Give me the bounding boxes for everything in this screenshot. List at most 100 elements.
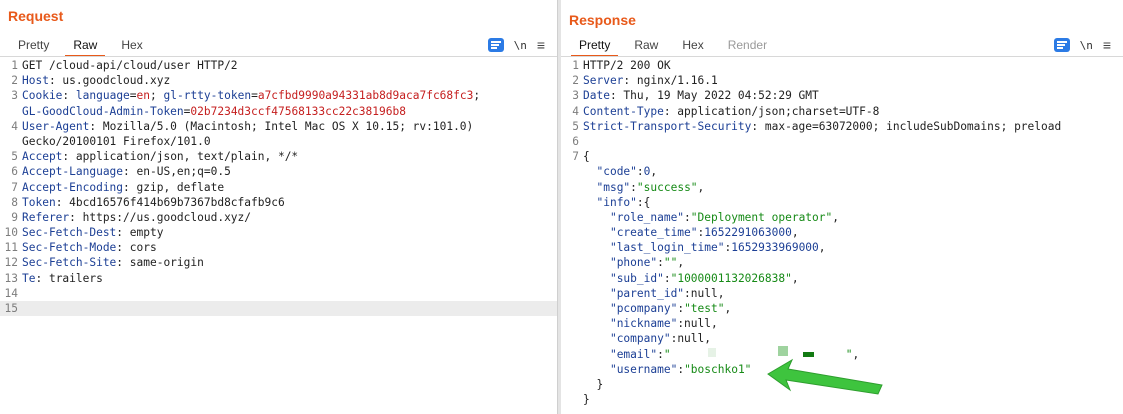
- code-token: User-Agent: [22, 119, 90, 133]
- code-token: ,: [677, 256, 685, 270]
- code-token: 02b7234d3ccf47568133cc22c38196b8: [190, 104, 406, 118]
- code-token: Cookie: [22, 89, 63, 103]
- show-newlines-icon[interactable]: \n: [514, 39, 527, 52]
- code-token: Gecko/20100101 Firefox/101.0: [22, 134, 211, 148]
- tab-raw[interactable]: Raw: [622, 35, 670, 55]
- divider: [561, 56, 1123, 57]
- line-number: 3: [11, 89, 18, 103]
- tab-pretty[interactable]: Pretty: [6, 35, 61, 55]
- code-line: 14: [0, 286, 557, 301]
- request-title: Request: [8, 8, 64, 24]
- code-line: 4 Content-Type: application/json;charset=…: [561, 104, 1123, 119]
- code-token: :null,: [684, 286, 725, 300]
- line-number: 15: [4, 302, 18, 315]
- code-line: "pcompany":"test",: [561, 301, 1123, 316]
- code-token: "role_name": [609, 210, 685, 224]
- code-line: "info":{: [561, 195, 1123, 210]
- code-token: =: [251, 89, 258, 103]
- line-number: 7: [11, 180, 18, 194]
- code-line: "parent_id":null,: [561, 286, 1123, 301]
- tab-render[interactable]: Render: [716, 35, 779, 55]
- code-line: Gecko/20100101 Firefox/101.0: [0, 134, 557, 149]
- code-token: "code": [596, 165, 637, 179]
- code-line: "code":0,: [561, 164, 1123, 179]
- code-token: : gzip, deflate: [123, 180, 225, 194]
- show-newlines-icon[interactable]: \n: [1080, 39, 1093, 52]
- code-line: "phone":"",: [561, 255, 1123, 270]
- code-line: "create_time":1652291063000,: [561, 225, 1123, 240]
- code-token: "pcompany": [609, 302, 678, 315]
- code-token: :: [630, 180, 637, 194]
- wrap-lines-icon[interactable]: [1053, 38, 1070, 52]
- code-token: a7cfbd9990a94331ab8d9aca7fc68fc3: [257, 89, 474, 103]
- code-token: ;: [150, 89, 164, 103]
- code-token: "": [663, 256, 678, 270]
- code-line: 3 Date: Thu, 19 May 2022 04:52:29 GMT: [561, 88, 1123, 103]
- code-line: "last_login_time":1652933969000,: [561, 240, 1123, 255]
- code-token: : 4bcd16576f414b69b7367bd8cfafb9c6: [55, 195, 285, 209]
- code-line: 15: [0, 301, 557, 317]
- code-token: Sec-Fetch-Dest: [22, 226, 117, 240]
- code-token: :: [657, 256, 664, 270]
- code-line: 6: [561, 134, 1123, 149]
- code-token: :: [657, 347, 664, 361]
- highlight-arrow-icon: [767, 358, 883, 395]
- line-number: 6: [11, 165, 18, 179]
- menu-icon[interactable]: ≡: [537, 38, 545, 52]
- code-line: 8 Token: 4bcd16576f414b69b7367bd8cfafb9c6: [0, 195, 557, 210]
- code-token: :: [62, 89, 76, 103]
- code-token: :null,: [670, 332, 711, 346]
- code-line: 5 Accept: application/json, text/plain, *…: [0, 149, 557, 164]
- code-token: Accept: [22, 150, 63, 164]
- code-token: Strict-Transport-Security: [583, 119, 752, 133]
- tab-raw[interactable]: Raw: [61, 35, 109, 57]
- code-line: 1 HTTP/2 200 OK: [561, 58, 1123, 73]
- code-token: "last_login_time": [609, 241, 725, 255]
- code-token: "nickname": [609, 317, 678, 331]
- code-token: ,: [697, 180, 705, 194]
- code-token: : nginx/1.16.1: [623, 74, 718, 88]
- tab-pretty[interactable]: Pretty: [567, 35, 622, 57]
- code-line: 7 Accept-Encoding: gzip, deflate: [0, 180, 557, 195]
- code-token: "msg": [596, 180, 631, 194]
- wrap-lines-icon[interactable]: [487, 38, 504, 52]
- code-line: 1 GET /cloud-api/cloud/user HTTP/2: [0, 58, 557, 73]
- code-line: 9 Referer: https://us.goodcloud.xyz/: [0, 210, 557, 225]
- response-title: Response: [569, 12, 636, 28]
- code-token: : Thu, 19 May 2022 04:52:29 GMT: [609, 89, 819, 103]
- code-token: Host: [22, 74, 49, 88]
- code-token: language: [75, 89, 130, 103]
- code-token: GL-GoodCloud-Admin-Token: [22, 104, 184, 118]
- code-token: Server: [583, 74, 624, 88]
- line-number: 1: [11, 59, 18, 72]
- menu-icon[interactable]: ≡: [1103, 38, 1111, 52]
- code-token: Accept-Language: [22, 165, 124, 179]
- code-token: : application/json, text/plain, */*: [62, 150, 299, 164]
- code-token: }: [583, 377, 604, 391]
- code-token: ,: [650, 165, 658, 179]
- code-line: 12 Sec-Fetch-Site: same-origin: [0, 255, 557, 270]
- code-token: :{: [636, 195, 651, 209]
- code-line: 3 Cookie: language=en; gl-rtty-token=a7cf…: [0, 88, 557, 103]
- code-line: 6 Accept-Language: en-US,en;q=0.5: [0, 164, 557, 179]
- code-line: 10 Sec-Fetch-Dest: empty: [0, 225, 557, 240]
- tab-hex[interactable]: Hex: [109, 35, 154, 55]
- code-token: ,: [832, 210, 839, 224]
- tab-hex[interactable]: Hex: [670, 35, 715, 55]
- code-token: gl-rtty-token: [163, 89, 252, 103]
- code-line: 4 User-Agent: Mozilla/5.0 (Macintosh; Int…: [0, 119, 557, 134]
- code-token: "1000001132026838": [670, 271, 792, 285]
- code-line: 2 Server: nginx/1.16.1: [561, 73, 1123, 88]
- code-token: : same-origin: [116, 256, 204, 270]
- request-editor[interactable]: 1 GET /cloud-api/cloud/user HTTP/2 2 Host: …: [0, 58, 557, 414]
- line-number: 5: [11, 150, 18, 164]
- code-token: ,: [791, 226, 799, 240]
- code-token: "test": [684, 302, 725, 315]
